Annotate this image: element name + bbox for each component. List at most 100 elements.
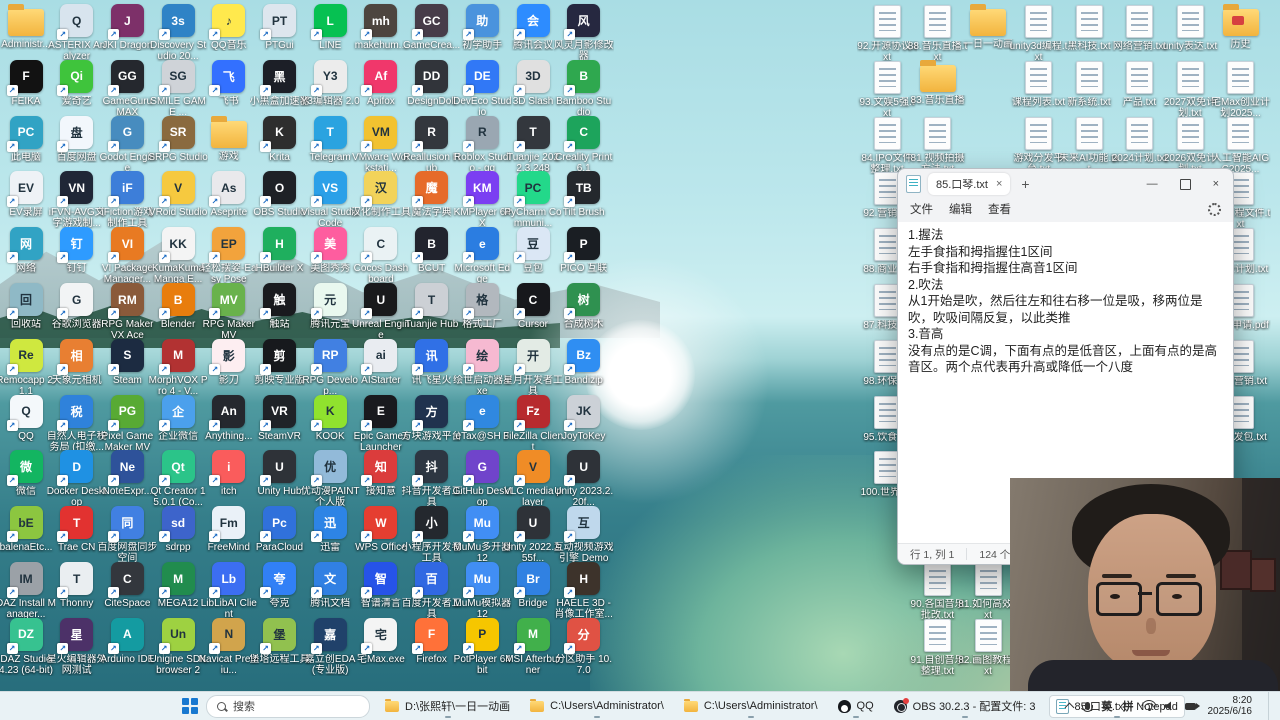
desktop-icon[interactable]: mh↗makehum... — [356, 4, 406, 51]
desktop-icon[interactable]: 堡↗堡塔远程工具 — [255, 618, 305, 665]
desktop-icon[interactable]: T↗Trae CN — [52, 506, 102, 553]
desktop-icon[interactable]: G↗GitHub Desktop — [457, 450, 507, 508]
desktop-icon[interactable]: EV↗EV录屏 — [1, 171, 51, 218]
desktop-icon[interactable]: Qt↗Qt Creator 15.0.1 (Co... — [153, 450, 203, 508]
desktop-icon[interactable]: Re↗Remocapp 2.1.1 — [1, 339, 51, 397]
desktop-icon[interactable]: SR↗SRPG Studio — [153, 116, 203, 163]
desktop-icon[interactable]: VN↗iFVN-AVG文字游戏制... — [52, 171, 102, 229]
desktop-icon[interactable]: F↗FEIKA — [1, 60, 51, 107]
desktop-icon[interactable]: P↗PotPlayer 64 bit — [457, 618, 507, 676]
minimize-button[interactable]: — — [1147, 178, 1158, 190]
desktop-icon[interactable]: 游戏 — [204, 116, 254, 162]
desktop-icon[interactable]: 92.开源协议.txt — [862, 4, 912, 63]
desktop-icon[interactable]: 方↗方块游戏平台 — [407, 395, 457, 442]
desktop-icon[interactable]: IM↗DAZ Install Manager... — [1, 562, 51, 620]
desktop-icon[interactable]: RP↗RPG Develop... — [305, 339, 355, 397]
desktop-icon[interactable]: B↗Blender — [153, 283, 203, 330]
desktop-icon[interactable]: V↗VRoid Studio — [153, 171, 203, 218]
desktop-icon[interactable]: U↗Unity Hub — [255, 450, 305, 497]
desktop-icon[interactable]: U↗Unity 2022.3.55f... — [508, 506, 558, 564]
volume-icon[interactable] — [1165, 701, 1175, 711]
desktop-icon[interactable]: 84.IPO文件整理.txt — [862, 116, 912, 175]
desktop-icon[interactable]: H↗HBuilder X — [255, 227, 305, 274]
desktop-icon[interactable]: 开↗星月开发者工具 — [508, 339, 558, 397]
desktop-icon[interactable]: J↗JKI Dragon — [102, 4, 152, 51]
taskbar-item-obs[interactable]: OBS 30.2.3 - 配置文件: 3 — [887, 695, 1043, 718]
taskbar-item-folder[interactable]: C:\Users\Administrator\ — [677, 695, 825, 718]
desktop-icon[interactable]: 同↗百度网盘同步空间 — [102, 506, 152, 564]
menu-file[interactable]: 文件 — [910, 201, 933, 217]
desktop-icon[interactable]: T↗Thonny — [52, 562, 102, 609]
desktop-icon[interactable]: 智↗智谱清言 — [356, 562, 406, 609]
desktop-icon[interactable]: B↗Bamboo Studio — [559, 60, 609, 118]
desktop-icon[interactable]: Fm↗FreeMind — [204, 506, 254, 553]
camera-icon[interactable] — [1185, 703, 1196, 710]
desktop-icon[interactable]: 百↗百度开发者工具 — [407, 562, 457, 620]
desktop-icon[interactable]: 微↗微信 — [1, 450, 51, 497]
wifi-icon[interactable] — [1148, 708, 1151, 711]
desktop-icon[interactable]: iF↗iFiction游戏制作工具 — [102, 171, 152, 229]
maximize-button[interactable] — [1180, 179, 1191, 190]
desktop-icon[interactable]: 元↗腾讯元宝 — [305, 283, 355, 330]
clock[interactable]: 8:20 2025/6/16 — [1208, 695, 1253, 717]
desktop-icon[interactable]: TB↗Tilt Brush — [559, 171, 609, 218]
desktop-icon[interactable]: Q↗ASTERIX Analyzer — [52, 4, 102, 62]
desktop-icon[interactable]: An↗Anything... — [204, 395, 254, 442]
desktop-icon[interactable]: 钉↗钉钉 — [52, 227, 102, 274]
desktop-icon[interactable]: 星↗星火编辑器外网测试 — [52, 618, 102, 676]
taskbar-item-folder[interactable]: D:\张熙轩\一日一动画 — [378, 695, 517, 718]
ime-language-indicator[interactable]: 英 — [1102, 698, 1113, 714]
desktop-icon[interactable]: C↗Cocos Dashboard — [356, 227, 406, 285]
desktop-icon[interactable]: RM↗RPG Maker VX Ace — [102, 283, 152, 341]
desktop-icon[interactable]: M↗MSI Afterburner — [508, 618, 558, 676]
desktop-icon[interactable]: 93.文娱5强.txt — [862, 60, 912, 119]
desktop-icon[interactable]: 2027双免计划.txt — [1165, 60, 1215, 119]
desktop-icon[interactable]: 88.音乐直播.txt — [913, 4, 963, 63]
desktop-icon[interactable]: Un↗Unigine SDK browser 2 — [153, 618, 203, 676]
desktop-icon[interactable]: 夸↗夸克 — [255, 562, 305, 609]
taskbar-item-folder[interactable]: C:\Users\Administrator\ — [523, 695, 671, 718]
desktop-icon[interactable]: 3D↗3D Slash — [508, 60, 558, 107]
desktop-icon[interactable]: 课程列表.txt — [1014, 60, 1064, 108]
desktop-icon[interactable]: K↗Krita — [255, 116, 305, 163]
chevron-up-icon[interactable] — [1064, 703, 1074, 713]
desktop-icon[interactable]: 未来AI功能.txt — [1064, 116, 1114, 175]
desktop-icon[interactable]: PT↗PTGui — [255, 4, 305, 51]
desktop-icon[interactable]: 嘉↗嘉立创EDA(专业版) — [305, 618, 355, 676]
desktop-icon[interactable]: KK↗KumaKuma Manga E... — [153, 227, 203, 285]
desktop-icon[interactable]: Br↗Bridge — [508, 562, 558, 609]
desktop-icon[interactable]: U↗Unity 2023.2.20f... — [559, 450, 609, 508]
desktop-icon[interactable]: 回↗回收站 — [1, 283, 51, 330]
desktop-icon[interactable]: 黑↗小黑盒加速器 — [255, 60, 305, 107]
desktop-icon[interactable]: e↗eTax@SH 3 — [457, 395, 507, 442]
desktop-icon[interactable]: 企↗企业微信 — [153, 395, 203, 442]
desktop-icon[interactable]: 相↗天象元相机 — [52, 339, 102, 386]
desktop-icon[interactable]: D↗Docker Desktop — [52, 450, 102, 508]
desktop-icon[interactable]: O↗OBS Studio — [255, 171, 305, 218]
desktop-icon[interactable]: sd↗sdrpp — [153, 506, 203, 553]
desktop-icon[interactable]: 82.画图教程.txt — [963, 618, 1013, 677]
desktop-icon[interactable]: 91.自创音乐整理.txt — [913, 618, 963, 677]
desktop-icon[interactable]: bE↗balenaEtc... — [1, 506, 51, 553]
desktop-icon[interactable]: 税↗自然人电子税务局 (扣缴... — [52, 395, 102, 453]
desktop-icon[interactable]: VI↗VI Package Manager... — [102, 227, 152, 285]
desktop-icon[interactable]: GG↗GameGuru MAX — [102, 60, 152, 118]
desktop-icon[interactable]: F↗Firefox — [407, 618, 457, 665]
notepad-tab[interactable]: 85.口琴.txt × — [928, 173, 1010, 195]
desktop-icon[interactable]: A↗Arduino IDE — [102, 618, 152, 665]
desktop-icon[interactable]: G↗谷歌浏览器 — [52, 283, 102, 330]
desktop-icon[interactable]: PC↗PyCharm Communi... — [508, 171, 558, 229]
desktop-icon[interactable]: 抖↗抖音开发者工具 — [407, 450, 457, 508]
desktop-icon[interactable]: 助↗初学助手 — [457, 4, 507, 51]
desktop-icon[interactable]: 81.如何高效.txt — [963, 562, 1013, 621]
desktop-icon[interactable]: PC↗此电脑 — [1, 116, 51, 163]
desktop-icon[interactable]: 优↗优动漫PAINT 个人版 — [305, 450, 355, 508]
desktop-icon[interactable]: 90.各国音乐批改.txt — [913, 562, 963, 621]
desktop-icon[interactable]: R↗Reallusion Hub — [407, 116, 457, 174]
desktop-icon[interactable]: N↗Navicat Premiu... — [204, 618, 254, 676]
desktop-icon[interactable]: 绘↗绘世启动器.exe — [457, 339, 507, 397]
desktop-icon[interactable]: 剪↗剪映专业版 — [255, 339, 305, 386]
desktop-icon[interactable]: Mu↗MuMu模拟器12 — [457, 562, 507, 620]
desktop-icon[interactable]: M↗MEGA12 — [153, 562, 203, 609]
desktop-icon[interactable]: 树↗合成树木 — [559, 283, 609, 330]
